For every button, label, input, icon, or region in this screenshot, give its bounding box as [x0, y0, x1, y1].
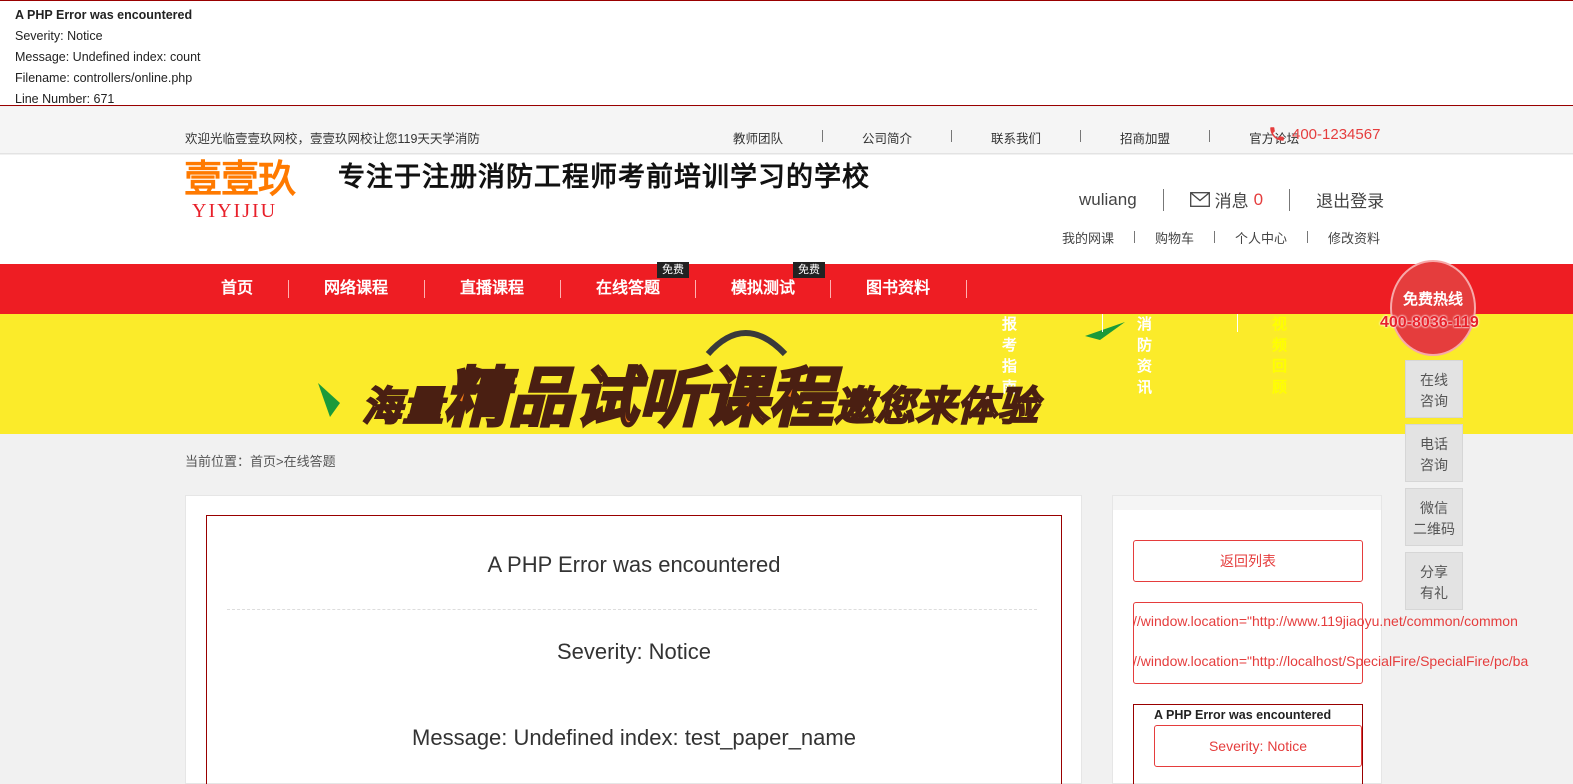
divider	[1080, 130, 1082, 142]
divider	[424, 280, 425, 298]
nav-item-books[interactable]: 图书资料	[852, 264, 944, 314]
messages-link[interactable]: 消息 0	[1189, 187, 1264, 212]
main-panel: A PHP Error was encountered Severity: No…	[185, 495, 1082, 784]
divider	[1237, 314, 1238, 332]
top-bar: 欢迎光临壹壹玖网校，壹壹玖网校让您119天天学消防 教师团队 公司简介 联系我们…	[0, 107, 1573, 154]
top-link-about[interactable]: 公司简介	[862, 128, 912, 147]
php-error-notice: A PHP Error was encountered Severity: No…	[0, 0, 1573, 106]
divider	[1134, 231, 1136, 243]
user-row: wuliang 消息 0 退出登录	[1079, 187, 1384, 212]
logo-english: YIYIJIU	[192, 200, 278, 222]
side-error-title: A PHP Error was encountered	[1154, 708, 1332, 722]
mail-icon	[1189, 192, 1210, 207]
messages-count: 0	[1253, 189, 1264, 209]
divider	[951, 130, 953, 142]
top-links: 教师团队 公司简介 联系我们 招商加盟 官方论坛	[733, 128, 1299, 147]
divider	[227, 609, 1037, 610]
free-hotline-label: 免费热线	[1402, 291, 1463, 308]
user-link-profile[interactable]: 个人中心	[1235, 228, 1287, 247]
divider	[966, 280, 967, 298]
top-link-franchise[interactable]: 招商加盟	[1120, 128, 1170, 147]
php-error-message: Message: Undefined index: count	[15, 50, 201, 64]
top-link-teachers[interactable]: 教师团队	[733, 128, 783, 147]
float-label: 咨询	[1420, 457, 1448, 473]
divider	[560, 280, 561, 298]
site-logo[interactable]: 壹壹玖 YIYIJIU	[184, 157, 314, 221]
divider	[1289, 188, 1291, 211]
divider	[1102, 314, 1103, 332]
messages-label: 消息	[1214, 192, 1249, 211]
welcome-text: 欢迎光临壹壹玖网校，壹壹玖网校让您119天天学消防	[185, 132, 480, 146]
site-header: 壹壹玖 YIYIJIU 专注于注册消防工程师考前培训学习的学校 wuliang …	[0, 155, 1573, 264]
top-phone[interactable]: 400-1234567	[1268, 125, 1380, 143]
php-error-severity: Severity: Notice	[15, 29, 103, 43]
user-link-edit-profile[interactable]: 修改资料	[1328, 228, 1380, 247]
main-nav: 首页 网络课程 直播课程 在线答题 免费 模拟测试 免费 图书资料	[0, 262, 1573, 314]
phone-icon	[1270, 127, 1284, 141]
site-slogan: 专注于注册消防工程师考前培训学习的学校	[338, 162, 870, 193]
php-error-filename: Filename: controllers/online.php	[15, 71, 193, 85]
banner-headline-post: 邀您来体验	[833, 383, 1039, 431]
divider	[830, 280, 831, 298]
float-label: 微信	[1420, 500, 1448, 516]
float-phone-consult-button[interactable]: 电话 咨询	[1405, 424, 1463, 482]
sub-nav-fire-news[interactable]: 消防资讯	[1137, 314, 1152, 397]
side-php-error: A PHP Error was encountered Severity: No…	[1133, 704, 1363, 784]
float-label: 电话	[1420, 436, 1448, 452]
float-label: 二维码	[1413, 521, 1455, 537]
nav-free-badge: 免费	[793, 262, 825, 278]
divider	[822, 130, 824, 142]
float-label: 咨询	[1420, 393, 1448, 409]
divider	[1209, 130, 1211, 142]
main-error-message: Message: Undefined index: test_paper_nam…	[412, 725, 856, 750]
divider	[1307, 231, 1309, 243]
logout-link[interactable]: 退出登录	[1316, 187, 1384, 212]
script-output-line: //window.location="http://www.119jiaoyu.…	[1133, 613, 1518, 629]
user-link-cart[interactable]: 购物车	[1155, 228, 1194, 247]
back-to-list-button[interactable]: 返回列表	[1133, 540, 1363, 582]
divider	[1214, 231, 1216, 243]
side-panel: 返回列表 A PHP Error was encountered Severit…	[1112, 495, 1382, 784]
float-label: 在线	[1420, 372, 1448, 388]
divider	[1162, 188, 1164, 211]
logo-chinese: 壹壹玖	[184, 157, 296, 201]
nav-item-live-courses[interactable]: 直播课程	[446, 264, 538, 314]
promo-banner[interactable]: 报考指南 消防资讯 视频回顾 海量精品试听课程邀您来体验	[0, 314, 1573, 434]
script-output-line: //window.location="http://localhost/Spec…	[1133, 653, 1529, 669]
float-wechat-qr-button[interactable]: 微信 二维码	[1405, 488, 1463, 546]
user-link-my-courses[interactable]: 我的网课	[1062, 228, 1114, 247]
side-panel-header	[1113, 496, 1381, 510]
main-error-severity: Severity: Notice	[556, 639, 712, 664]
free-hotline-number: 400-8036-119	[1380, 314, 1479, 331]
nav-item-online-courses[interactable]: 网络课程	[310, 264, 402, 314]
top-phone-number: 400-1234567	[1292, 125, 1381, 143]
sub-nav-video-review[interactable]: 视频回顾	[1272, 314, 1287, 397]
banner-headline-big: 精品试听课程	[443, 361, 835, 435]
user-links: 我的网课 购物车 个人中心 修改资料	[1062, 228, 1380, 247]
banner-headline: 海量精品试听课程邀您来体验	[361, 347, 1039, 435]
main-php-error: A PHP Error was encountered Severity: No…	[206, 515, 1062, 784]
float-online-consult-button[interactable]: 在线 咨询	[1405, 360, 1463, 418]
banner-headline-pre: 海量	[361, 383, 444, 431]
float-share-button[interactable]: 分享 有礼	[1405, 552, 1463, 610]
side-error-severity: Severity: Notice	[1154, 725, 1362, 767]
breadcrumb: 当前位置：首页>在线答题	[185, 454, 336, 469]
php-error-title: A PHP Error was encountered	[15, 8, 193, 22]
nav-item-home[interactable]: 首页	[205, 264, 269, 314]
top-link-contact[interactable]: 联系我们	[991, 128, 1041, 147]
username[interactable]: wuliang	[1079, 190, 1137, 210]
main-error-title: A PHP Error was encountered	[487, 552, 781, 577]
float-label: 分享	[1420, 564, 1448, 580]
float-label: 有礼	[1420, 585, 1448, 601]
free-hotline-badge[interactable]: 免费热线	[1390, 260, 1476, 356]
divider	[288, 280, 289, 298]
divider	[695, 280, 696, 298]
nav-free-badge: 免费	[657, 262, 689, 278]
